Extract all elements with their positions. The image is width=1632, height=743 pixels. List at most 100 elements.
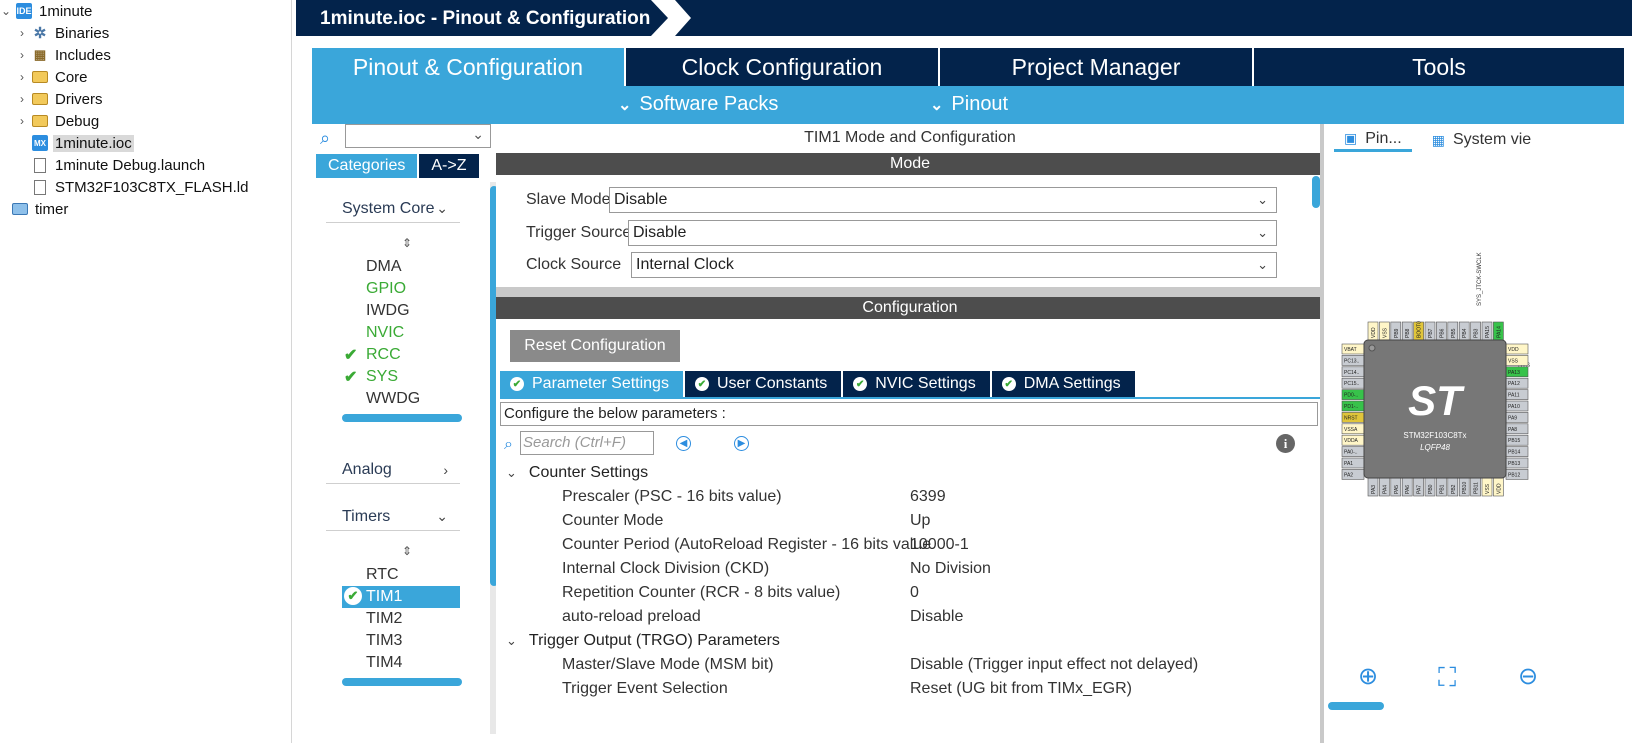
expanded-chevron-icon[interactable]: ⌄ — [0, 4, 12, 18]
chip-pin[interactable]: PC15.. — [1341, 377, 1365, 389]
chip-pin[interactable]: PA14 — [1493, 321, 1504, 341]
category-item-sys[interactable]: ✔ SYS — [342, 366, 460, 388]
chip-pin[interactable]: VSS — [1481, 477, 1493, 497]
trigger-source-select[interactable]: Disable ⌄ — [628, 220, 1277, 246]
collapsed-chevron-icon[interactable]: › — [16, 114, 28, 128]
group-timers[interactable]: Timers ⌄ — [326, 503, 460, 531]
param-row-msm[interactable]: Master/Slave Mode (MSM bit) Disable (Trig… — [562, 654, 1322, 676]
chip-pin[interactable]: PB4 — [1458, 321, 1470, 341]
param-value[interactable]: Disable — [910, 608, 963, 626]
pinout-menu[interactable]: ⌄ Pinout — [930, 93, 1008, 116]
param-row-auto-reload-preload[interactable]: auto-reload preload Disable — [562, 606, 1322, 628]
category-item-rcc[interactable]: ✔ RCC — [342, 344, 460, 366]
software-packs-menu[interactable]: ⌄ Software Packs — [618, 93, 778, 116]
category-item-tim3[interactable]: TIM3 — [342, 630, 460, 652]
chip-pin[interactable]: PC13.. — [1341, 355, 1365, 366]
chip-pin[interactable]: PB7 — [1424, 321, 1436, 341]
chip-pin[interactable]: PA3 — [1367, 477, 1379, 497]
param-row-clock-division[interactable]: Internal Clock Division (CKD) No Division — [562, 558, 1322, 580]
param-row-repetition-counter[interactable]: Repetition Counter (RCR - 8 bits value) 0 — [562, 582, 1322, 604]
tab-system-view[interactable]: ▦ System vie — [1422, 128, 1541, 152]
pinout-horizontal-scrollbar[interactable] — [1328, 702, 1384, 710]
tab-pinout-configuration[interactable]: Pinout & Configuration — [312, 48, 626, 86]
chip-pin[interactable]: PB3 — [1470, 321, 1481, 341]
slave-mode-select[interactable]: Disable ⌄ — [609, 187, 1277, 213]
tab-clock-configuration[interactable]: Clock Configuration — [626, 48, 940, 86]
tab-parameter-settings[interactable]: ✔ Parameter Settings — [500, 371, 683, 397]
param-value[interactable]: 10000-1 — [910, 536, 969, 554]
chip-pin[interactable]: NRST — [1341, 412, 1365, 423]
category-item-dma[interactable]: DMA — [342, 256, 460, 278]
clock-source-select[interactable]: Internal Clock ⌄ — [631, 252, 1277, 278]
tab-tools[interactable]: Tools — [1254, 48, 1624, 86]
param-group-trgo[interactable]: ⌄ Trigger Output (TRGO) Parameters — [506, 630, 780, 652]
zoom-in-icon[interactable]: ⊕ — [1358, 662, 1378, 691]
category-item-gpio[interactable]: GPIO — [342, 278, 460, 300]
chip-pin[interactable]: PA9 — [1505, 412, 1529, 423]
chip-pin[interactable]: PB1 — [1436, 477, 1447, 497]
tree-item-core[interactable]: › Core — [16, 66, 90, 88]
tree-item-launch-file[interactable]: 1minute Debug.launch — [32, 154, 207, 176]
param-value[interactable]: Reset (UG bit from TIMx_EGR) — [910, 680, 1132, 698]
chip-pin[interactable]: PB14 — [1505, 446, 1529, 457]
tab-project-manager[interactable]: Project Manager — [940, 48, 1254, 86]
category-item-rtc[interactable]: RTC — [342, 564, 460, 586]
chip-pin[interactable]: PD0-.. — [1341, 389, 1365, 400]
chip-pin[interactable]: PB6 — [1436, 321, 1447, 341]
collapsed-chevron-icon[interactable]: › — [16, 92, 28, 106]
param-value[interactable]: 6399 — [910, 488, 946, 506]
param-row-prescaler[interactable]: Prescaler (PSC - 16 bits value) 6399 — [562, 486, 1322, 508]
sort-icon[interactable]: ⇕ — [402, 236, 412, 250]
tab-pinout-view[interactable]: ▣ Pin... — [1334, 128, 1412, 152]
param-value[interactable]: Up — [910, 512, 930, 530]
param-row-counter-mode[interactable]: Counter Mode Up — [562, 510, 1322, 532]
category-item-tim4[interactable]: TIM4 — [342, 652, 460, 674]
chip-pin[interactable]: PB13 — [1505, 457, 1529, 469]
chip-pin[interactable]: PA12 — [1505, 377, 1529, 389]
chip-pin[interactable]: PA10 — [1505, 400, 1529, 412]
chip-pin[interactable]: VSSA — [1341, 423, 1365, 435]
chip-pin[interactable]: PB9 — [1390, 321, 1402, 341]
chip-pin[interactable]: PA15 — [1481, 321, 1493, 341]
chip-pin[interactable]: PA8 — [1505, 423, 1529, 435]
info-icon[interactable]: i — [1276, 434, 1295, 453]
group-system-core[interactable]: System Core ⌄ — [326, 195, 460, 223]
chip-pin[interactable]: PA11 — [1505, 389, 1529, 400]
chip-pin[interactable]: PA4 — [1379, 477, 1390, 497]
chip-pin[interactable]: PB12 — [1505, 469, 1529, 480]
param-value[interactable]: Disable (Trigger input effect not delaye… — [910, 656, 1198, 674]
category-item-wwdg[interactable]: WWDG — [342, 388, 460, 410]
panel-splitter[interactable] — [496, 287, 1324, 297]
chip-pin[interactable]: VSS — [1379, 321, 1390, 341]
chip-pin[interactable]: PB15 — [1505, 434, 1529, 446]
param-value[interactable]: No Division — [910, 560, 991, 578]
chip-pin[interactable]: PA13 — [1505, 366, 1529, 378]
chip-pin[interactable]: PB5 — [1447, 321, 1459, 341]
chip-pin[interactable]: VDD — [1493, 477, 1504, 497]
chip-pin[interactable]: PB10 — [1458, 477, 1470, 497]
chip-pin[interactable]: PB2 — [1447, 477, 1459, 497]
tab-nvic-settings[interactable]: ✔ NVIC Settings — [843, 371, 990, 397]
chip-pin[interactable]: PA2 — [1341, 469, 1365, 480]
chip-pin[interactable]: VDD — [1367, 321, 1379, 341]
param-group-counter-settings[interactable]: ⌄ Counter Settings — [506, 462, 648, 484]
mode-scrollbar[interactable] — [1312, 176, 1320, 208]
chip-pin[interactable]: PA5 — [1390, 477, 1402, 497]
collapsed-chevron-icon[interactable]: › — [16, 26, 28, 40]
chip-pin[interactable]: PA1 — [1341, 457, 1365, 469]
tab-user-constants[interactable]: ✔ User Constants — [684, 371, 842, 397]
chip-pin[interactable]: BOOT0 — [1413, 321, 1424, 341]
system-core-scrollbar[interactable] — [342, 414, 462, 422]
chip-pin[interactable]: VDDA — [1341, 434, 1365, 446]
mcu-chip-diagram[interactable]: SYS_JTCK-SWCLK C_IN OUT SYS VDDVSSPB9PB8… — [1340, 250, 1540, 510]
tab-dma-settings[interactable]: ✔ DMA Settings — [991, 371, 1135, 397]
tree-item-binaries[interactable]: › ✲ Binaries — [16, 22, 111, 44]
tree-item-debug[interactable]: › Debug — [16, 110, 101, 132]
chevron-down-icon[interactable]: ⌄ — [472, 126, 484, 143]
chip-pin[interactable]: PC14.. — [1341, 366, 1365, 378]
chip-pin[interactable]: PA7 — [1413, 477, 1424, 497]
chip-pin[interactable]: PB0 — [1424, 477, 1436, 497]
tree-item-linker-file[interactable]: STM32F103C8TX_FLASH.ld — [32, 176, 250, 198]
tree-item-1minute[interactable]: ⌄ IDE 1minute — [0, 0, 94, 22]
collapsed-chevron-icon[interactable]: › — [16, 48, 28, 62]
